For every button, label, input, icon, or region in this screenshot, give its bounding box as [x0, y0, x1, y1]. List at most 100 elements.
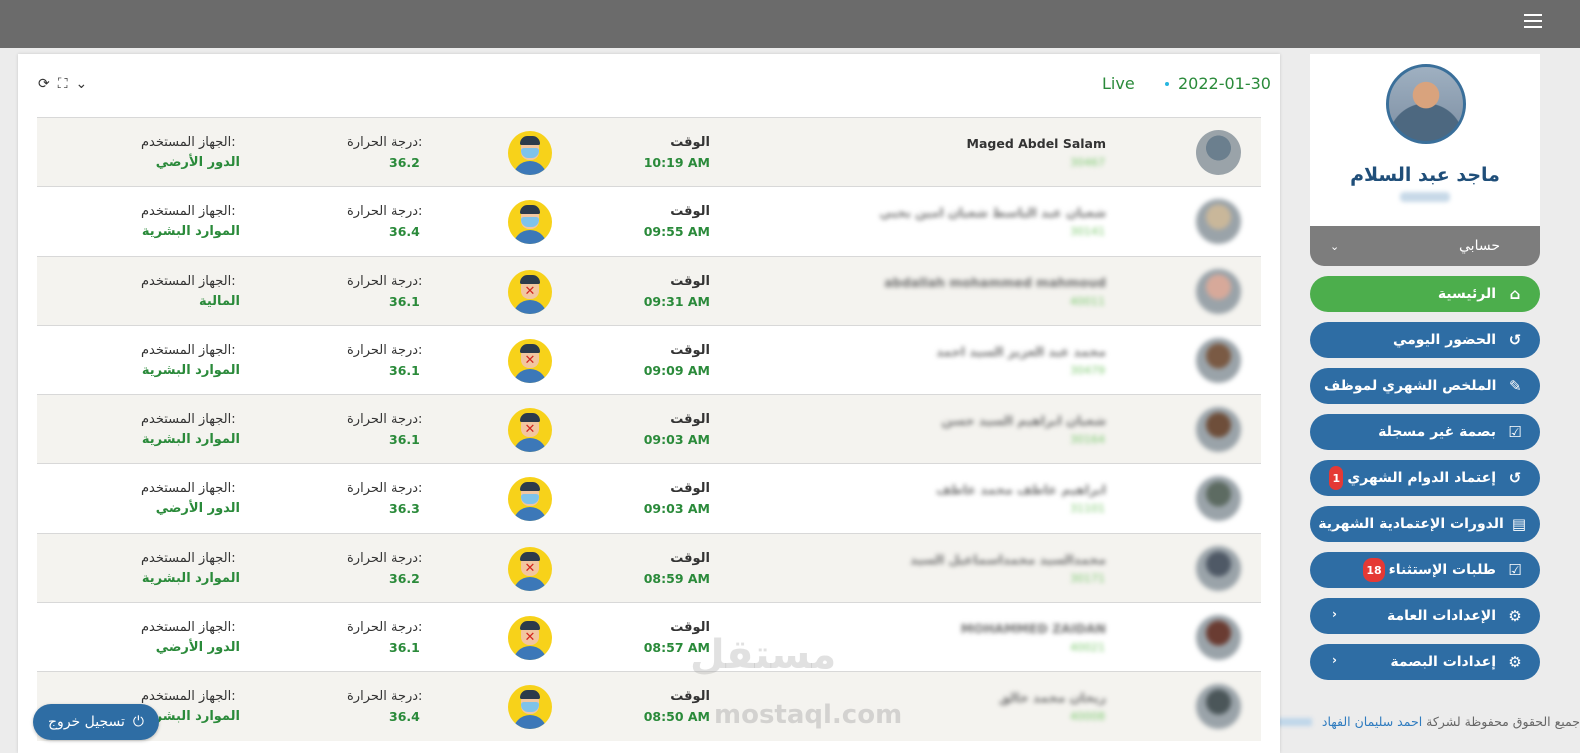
account-label: حسابي	[1459, 238, 1500, 254]
account-dropdown[interactable]: ⌄ حسابي	[1310, 226, 1540, 266]
temperature-value: 36.4	[389, 224, 420, 240]
logout-label: تسجيل خروج	[48, 714, 125, 730]
notification-badge: 18	[1363, 558, 1385, 582]
sidebar-item-3[interactable]: ☑ بصمة غير مسجلة	[1310, 414, 1540, 450]
time-value: 09:03 AM	[643, 432, 710, 448]
panel-controls: ⟳ ⛶ ⌄	[38, 76, 87, 92]
footer-company-link[interactable]: احمد سليمان الفهاد	[1322, 714, 1422, 729]
footer-rights: جميع الحقوق محفوظة لشركة	[1426, 714, 1580, 729]
attendance-row[interactable]: MOHAMMED ZAIDAN 40021 الوقت 08:57 AM ✕ درجة ا…	[37, 602, 1261, 671]
time-label: الوقت	[670, 273, 710, 289]
sidebar-item-label: الدورات الإعتمادية الشهرية	[1318, 516, 1504, 532]
logout-button[interactable]: تسجيل خروج ⏻	[33, 704, 159, 740]
sidebar-item-label: إعتماد الدوام الشهري	[1347, 470, 1496, 486]
avatar	[1196, 268, 1241, 314]
temperature-value: 36.2	[389, 570, 420, 586]
sidebar-item-7[interactable]: ⚙ الإعدادات العامة ›	[1310, 598, 1540, 634]
time-label: الوقت	[670, 135, 710, 150]
avatar	[1196, 337, 1241, 383]
watermark-url: mostaql.com	[714, 700, 903, 730]
device-value: المالية	[198, 293, 240, 309]
attendance-row[interactable]: شعبان عبد الباسط شعبان امين بحبي 30141 الو…	[37, 186, 1261, 255]
device-value: الموارد البشرية	[141, 362, 240, 378]
attendance-row[interactable]: Maged Abdel Salam 30467 الوقت 10:19 AM درجة …	[37, 117, 1261, 187]
attendance-row[interactable]: abdallah mohammed mahmoud 40011 الوقت 09:31…	[37, 255, 1261, 325]
sidebar-item-label: الرئيسية	[1437, 286, 1496, 302]
employee-name: MOHAMMED ZAIDAN	[960, 621, 1106, 637]
time-value: 10:19 AM	[643, 155, 710, 170]
time-value: 09:55 AM	[643, 224, 710, 240]
history-icon: ↺	[1508, 331, 1522, 349]
attendance-row[interactable]: ابراهيم عاطف محمد عاطف 31101 الوقت 09:03 AM…	[37, 463, 1261, 532]
employee-name: abdallah mohammed mahmoud	[884, 274, 1106, 290]
temperature-label: درجة الحرارة:	[347, 412, 423, 428]
attendance-row[interactable]: شعبان ابراهيم السيد حسن 30164 الوقت 09:03 A…	[37, 394, 1261, 464]
sidebar-item-4[interactable]: ↺ إعتماد الدوام الشهري 1	[1310, 460, 1540, 496]
employee-id: 31101	[1070, 502, 1105, 516]
temperature-label: درجة الحرارة:	[347, 481, 423, 497]
no-mask-icon: ✕	[508, 269, 552, 314]
device-label: الجهاز المستخدم:	[141, 689, 236, 705]
sidebar: ماجد عبد السلام ⌄ حسابي ⌂ الرئيسية ↺ الحضور…	[1310, 54, 1540, 690]
checkbox-icon: ☑	[1508, 561, 1522, 579]
refresh-icon[interactable]: ⟳	[38, 76, 50, 92]
avatar[interactable]	[1386, 64, 1466, 144]
mask-on-icon	[508, 131, 552, 175]
hamburger-icon[interactable]	[1524, 14, 1542, 28]
time-label: الوقت	[670, 342, 710, 358]
employee-name: محمد عبد العزيز السيد احمد	[936, 343, 1106, 359]
time-label: الوقت	[670, 550, 710, 566]
temperature-value: 36.1	[389, 293, 420, 309]
attendance-row[interactable]: ريحان محمد خالق 40008 الوقت 08:50 AM درجة ال…	[37, 671, 1261, 741]
sidebar-item-0[interactable]: ⌂ الرئيسية	[1310, 276, 1540, 312]
avatar	[1196, 199, 1241, 245]
avatar	[1196, 130, 1241, 175]
sidebar-item-5[interactable]: ▤ الدورات الإعتمادية الشهرية	[1310, 506, 1540, 542]
sidebar-item-2[interactable]: ✎ الملخص الشهري لموظف	[1310, 368, 1540, 404]
device-value: الدور الأرضي	[155, 501, 240, 517]
employee-name: Maged Abdel Salam	[966, 136, 1106, 151]
mask-on-icon	[508, 477, 552, 522]
no-mask-icon: ✕	[508, 408, 552, 453]
attendance-list: Maged Abdel Salam 30467 الوقت 10:19 AM درجة …	[37, 117, 1261, 741]
device-value: الموارد البشرية	[141, 570, 240, 586]
avatar	[1196, 476, 1241, 522]
device-value: الموارد البشرية	[141, 224, 240, 240]
checkbox-icon: ☑	[1508, 423, 1522, 441]
attendance-row[interactable]: محمدالسيد محمداسماعيل السيد 30171 الوقت 08:…	[37, 532, 1261, 603]
chevron-down-icon: ⌄	[1330, 239, 1340, 253]
time-label: الوقت	[670, 204, 710, 220]
time-value: 08:50 AM	[643, 709, 710, 725]
history-icon: ↺	[1508, 469, 1522, 487]
device-label: الجهاز المستخدم:	[141, 481, 236, 497]
mask-on-icon	[508, 200, 552, 245]
sidebar-item-1[interactable]: ↺ الحضور اليومي	[1310, 322, 1540, 358]
sidebar-item-label: بصمة غير مسجلة	[1378, 424, 1496, 440]
time-value: 09:31 AM	[643, 293, 710, 309]
sidebar-item-6[interactable]: ☑ طلبات الإستثناء 18	[1310, 552, 1540, 588]
chevron-down-icon[interactable]: ⌄	[76, 76, 88, 92]
attendance-panel: ⟳ ⛶ ⌄ Live 2022-01-30 Maged Abdel Salam 3…	[18, 54, 1280, 753]
temperature-label: درجة الحرارة:	[347, 620, 423, 636]
avatar	[1196, 615, 1241, 661]
employee-id: 40021	[1070, 641, 1105, 655]
device-label: الجهاز المستخدم:	[141, 273, 236, 289]
cogs-icon: ⚙	[1508, 607, 1522, 625]
profile-name: ماجد عبد السلام	[1350, 164, 1500, 186]
temperature-label: درجة الحرارة:	[347, 689, 423, 705]
sidebar-item-8[interactable]: ⚙ إعدادات البصمة ›	[1310, 644, 1540, 680]
sidebar-item-label: الإعدادات العامة	[1387, 608, 1496, 624]
device-value: الدور الأرضي	[155, 155, 240, 170]
device-label: الجهاز المستخدم:	[141, 620, 236, 636]
temperature-label: درجة الحرارة:	[347, 135, 423, 150]
device-label: الجهاز المستخدم:	[141, 204, 236, 220]
avatar	[1196, 407, 1241, 453]
power-icon: ⏻	[132, 714, 144, 730]
expand-icon[interactable]: ⛶	[58, 76, 68, 92]
employee-name: ريحان محمد خالق	[999, 690, 1106, 706]
attendance-row[interactable]: محمد عبد العزيز السيد احمد 30479 الوقت 09:0…	[37, 324, 1261, 394]
device-value: الموارد البشرية	[141, 432, 240, 448]
sidebar-item-label: إعدادات البصمة	[1390, 654, 1496, 670]
employee-name: شعبان عبد الباسط شعبان امين بحبي	[879, 205, 1106, 221]
temperature-label: درجة الحرارة:	[347, 273, 423, 289]
